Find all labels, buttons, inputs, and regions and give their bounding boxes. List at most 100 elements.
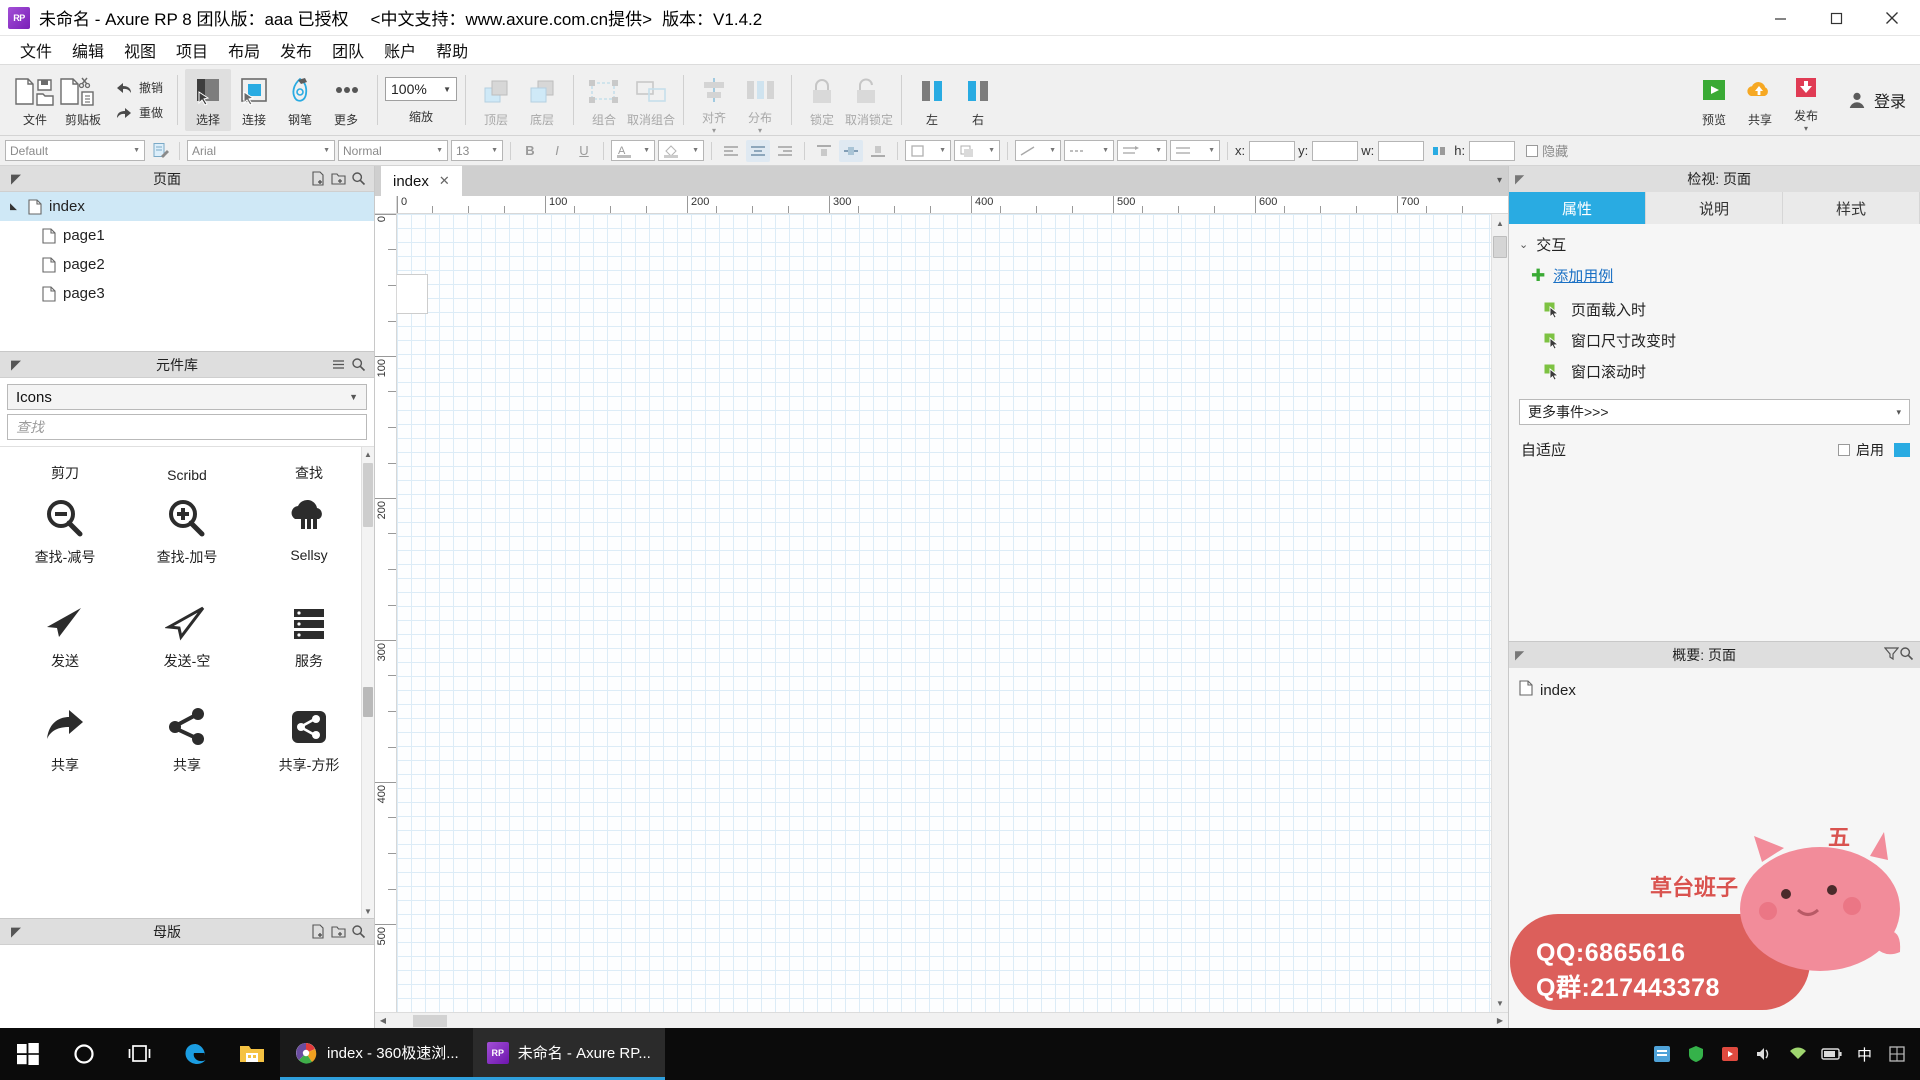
menu-team[interactable]: 团队 <box>322 36 374 64</box>
scrollbar-thumb[interactable] <box>413 1014 447 1027</box>
underline-button[interactable]: U <box>572 140 596 162</box>
file-button[interactable]: 文件 <box>12 69 58 131</box>
close-button[interactable] <box>1864 0 1920 36</box>
send-back-button[interactable]: 底层 <box>519 69 565 131</box>
add-folder-icon[interactable] <box>328 169 348 189</box>
x-input[interactable] <box>1249 140 1296 161</box>
share-button[interactable]: 共享 <box>1737 69 1783 131</box>
library-item-server[interactable]: 服务 <box>248 587 370 691</box>
tray-volume-icon[interactable] <box>1747 1028 1781 1080</box>
fill-color-button[interactable]: ▼ <box>658 140 704 161</box>
zoom-control[interactable]: 100% ▼ 缩放 <box>385 69 458 131</box>
line-style-button[interactable]: ▼ <box>1015 140 1061 161</box>
pin-icon[interactable]: ◤ <box>6 355 26 375</box>
minimize-button[interactable] <box>1752 0 1808 36</box>
scroll-left-arrow[interactable]: ◀ <box>375 1016 391 1025</box>
scroll-right-arrow[interactable]: ▶ <box>1492 1016 1508 1025</box>
add-page-icon[interactable] <box>308 169 328 189</box>
canvas-horizontal-scrollbar[interactable]: ◀ ▶ <box>375 1012 1508 1028</box>
scrollbar-thumb[interactable] <box>363 463 373 527</box>
canvas-vertical-scrollbar[interactable]: ▲ ▼ <box>1491 214 1508 1012</box>
library-item-share-nodes[interactable]: 共享 <box>126 691 248 795</box>
page-tree-item-page2[interactable]: page2 <box>0 250 374 279</box>
pin-icon[interactable]: ◤ <box>1515 648 1524 662</box>
hide-checkbox[interactable] <box>1526 144 1539 157</box>
library-item-search-minus[interactable]: 查找-减号 <box>4 483 126 587</box>
menu-file[interactable]: 文件 <box>10 36 62 64</box>
scrollbar-track[interactable] <box>391 1014 1492 1027</box>
windows-start-icon[interactable] <box>0 1028 56 1080</box>
maximize-button[interactable] <box>1808 0 1864 36</box>
scroll-down-arrow[interactable]: ▼ <box>1492 996 1508 1010</box>
align-button[interactable]: 对齐 ▾ <box>691 69 737 135</box>
y-input[interactable] <box>1312 140 1359 161</box>
hamburger-icon[interactable] <box>328 355 348 375</box>
more-tools-button[interactable]: 更多 <box>323 69 369 131</box>
chevron-down-icon[interactable]: ▾ <box>1497 175 1502 186</box>
adaptive-device-icon[interactable] <box>1894 442 1910 457</box>
preview-button[interactable]: 预览 <box>1691 69 1737 131</box>
design-canvas[interactable] <box>397 214 1491 1012</box>
tray-shield-icon[interactable] <box>1679 1028 1713 1080</box>
event-window-scroll[interactable]: 窗口滚动时 <box>1509 356 1920 387</box>
valign-middle-button[interactable] <box>839 139 863 162</box>
group-button[interactable]: 组合 <box>581 69 627 131</box>
page-tree-item-page3[interactable]: page3 <box>0 279 374 308</box>
border-button[interactable]: ▼ <box>905 140 951 161</box>
align-left-button[interactable]: 左 <box>909 69 955 131</box>
page-tree-item-page1[interactable]: page1 <box>0 221 374 250</box>
page-tree-item-index[interactable]: ◣ index <box>0 192 374 221</box>
hide-checkbox-group[interactable]: 隐藏 <box>1526 141 1568 160</box>
lock-button[interactable]: 锁定 <box>799 69 845 131</box>
font-size-select[interactable]: 13 ▼ <box>451 140 503 161</box>
pin-icon[interactable]: ◤ <box>6 169 26 189</box>
ratio-lock-icon[interactable] <box>1427 140 1451 162</box>
ungroup-button[interactable]: 取消组合 <box>627 69 675 131</box>
menu-publish[interactable]: 发布 <box>270 36 322 64</box>
search-icon[interactable] <box>1899 646 1914 664</box>
scrollbar-thumb-secondary[interactable] <box>363 687 373 717</box>
document-tab-index[interactable]: index ✕ <box>381 166 462 196</box>
align-center-button[interactable] <box>746 139 770 162</box>
unlock-button[interactable]: 取消锁定 <box>845 69 893 131</box>
library-item-search-plus[interactable]: 查找-加号 <box>126 483 248 587</box>
publish-button[interactable]: 发布 ▾ <box>1783 69 1829 133</box>
library-item-send-outline[interactable]: 发送-空 <box>126 587 248 691</box>
event-window-resize[interactable]: 窗口尺寸改变时 <box>1509 325 1920 356</box>
add-folder-icon[interactable] <box>328 922 348 942</box>
align-right-button[interactable] <box>773 140 797 162</box>
bring-front-button[interactable]: 顶层 <box>473 69 519 131</box>
menu-help[interactable]: 帮助 <box>426 36 478 64</box>
font-family-select[interactable]: Arial ▼ <box>187 140 335 161</box>
taskbar-app-360browser[interactable]: index - 360极速浏... <box>280 1028 473 1080</box>
tray-battery-icon[interactable] <box>1815 1028 1849 1080</box>
redo-button[interactable]: 重做 <box>108 100 169 125</box>
align-right-button[interactable]: 右 <box>955 69 1001 131</box>
library-search-input[interactable]: 查找 <box>7 414 367 440</box>
style-edit-icon[interactable] <box>148 140 172 162</box>
tab-style[interactable]: 样式 <box>1783 192 1920 224</box>
valign-top-button[interactable] <box>812 140 836 162</box>
library-item-sellsy[interactable]: Sellsy <box>248 483 370 587</box>
adaptive-enable-group[interactable]: 启用 <box>1838 440 1884 460</box>
library-item-scribd[interactable]: Scribd <box>126 447 248 483</box>
menu-edit[interactable]: 编辑 <box>62 36 114 64</box>
font-weight-select[interactable]: Normal ▼ <box>338 140 448 161</box>
menu-view[interactable]: 视图 <box>114 36 166 64</box>
show-desktop-icon[interactable] <box>1880 1028 1914 1080</box>
menu-account[interactable]: 账户 <box>374 36 426 64</box>
point-style-button[interactable]: ▼ <box>1170 140 1220 161</box>
event-page-load[interactable]: 页面载入时 <box>1509 294 1920 325</box>
add-case-link[interactable]: 添加用例 <box>1553 265 1613 286</box>
style-select[interactable]: Default ▼ <box>5 140 145 161</box>
library-item-share-square[interactable]: 共享-方形 <box>248 691 370 795</box>
zoom-select[interactable]: 100% ▼ <box>385 77 458 101</box>
tray-network-icon[interactable] <box>1781 1028 1815 1080</box>
scroll-down-arrow[interactable]: ▼ <box>362 904 374 918</box>
file-explorer-icon[interactable] <box>224 1028 280 1080</box>
library-select[interactable]: Icons ▼ <box>7 384 367 410</box>
scrollbar-thumb[interactable] <box>1493 236 1507 258</box>
tab-properties[interactable]: 属性 <box>1509 192 1646 224</box>
valign-bottom-button[interactable] <box>866 140 890 162</box>
adaptive-enable-checkbox[interactable] <box>1838 443 1850 456</box>
